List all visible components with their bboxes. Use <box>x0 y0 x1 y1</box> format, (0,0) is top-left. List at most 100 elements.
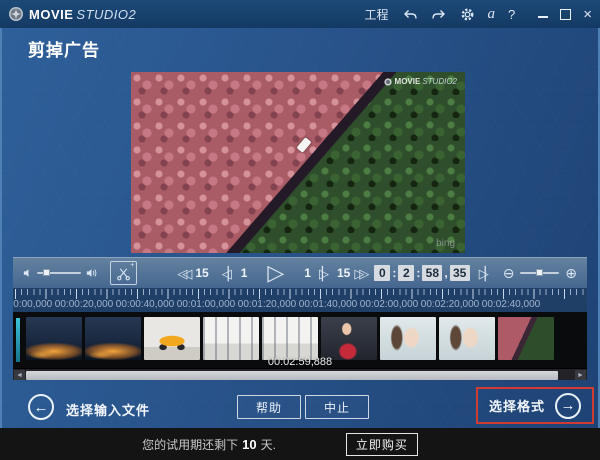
forward-1-button[interactable]: 1 ▕▷ <box>304 265 329 281</box>
scroll-left-icon[interactable]: ◄ <box>14 370 25 380</box>
current-time-label: 00:02:59,888 <box>267 356 333 368</box>
project-menu[interactable]: 工程 <box>364 6 388 23</box>
trial-days-count: 10 <box>242 436 257 452</box>
trial-status-bar: 您的试用期还剩下 10 天. 立即购买 <box>0 428 600 460</box>
brand-movie: MOVIE <box>29 6 74 22</box>
help-icon[interactable]: ? <box>508 7 515 22</box>
play-button[interactable]: ▷ <box>267 260 284 286</box>
ruler-ticks-major <box>15 289 585 299</box>
timeline-zoom-handle[interactable] <box>536 269 544 276</box>
scrollbar-thumb[interactable] <box>26 370 558 380</box>
back-15-icon: ◁◁ <box>177 265 192 281</box>
help-button[interactable]: 帮助 <box>237 395 301 419</box>
minimize-icon[interactable] <box>538 10 549 18</box>
back-1-button[interactable]: ◁▏ 1 <box>222 266 248 280</box>
trial-remaining-text: 您的试用期还剩下 10 天. <box>142 436 276 453</box>
volume-slider[interactable] <box>37 269 82 276</box>
bing-watermark: bing <box>436 238 455 249</box>
timecode-millis[interactable]: 35 <box>449 265 470 281</box>
ruler-label: 00:00:00,000 <box>13 299 53 310</box>
window-controls: × <box>538 7 592 22</box>
zoom-in-icon[interactable]: ⊕ <box>565 266 577 280</box>
scissors-plus: + <box>130 262 135 269</box>
choose-format-label[interactable]: 选择格式 <box>489 396 545 415</box>
volume-min-icon[interactable] <box>23 267 32 279</box>
timeline-scrollbar[interactable]: ◄ ► <box>13 368 587 380</box>
red-annotation-box: 选择格式 → <box>476 387 594 424</box>
thumbnail-row <box>26 317 554 360</box>
timecode-sep: : <box>392 266 397 280</box>
app-window: MOVIE STUDIO2 工程 a ? × 剪掉广告 MOVIE STUDIO… <box>0 0 600 460</box>
footer-actions: ← 选择输入文件 帮助 中止 选择格式 → <box>0 385 600 428</box>
timeline-thumbnail[interactable] <box>380 317 436 360</box>
titlebar-actions: 工程 a ? × <box>364 6 592 23</box>
timecode-display: 0 : 2 : 58 , 35 <box>374 265 470 281</box>
timeline-ruler[interactable]: 00:00:00,000 00:00:20,000 00:00:40,000 0… <box>13 288 587 312</box>
playback-controls-bar: + ◁◁ 15 ◁▏ 1 ▷ 1 ▕▷ 15 ▷▷ 0 : 2 : 58 , 3… <box>13 257 587 288</box>
cut-scissors-button[interactable]: + <box>110 261 138 285</box>
timeline-thumbnail[interactable] <box>262 317 318 360</box>
brand-studio: STUDIO2 <box>76 6 137 22</box>
arrow-left-icon: ← <box>33 398 49 416</box>
account-icon[interactable]: a <box>488 6 496 23</box>
titlebar: MOVIE STUDIO2 工程 a ? × <box>0 0 600 28</box>
close-icon[interactable]: × <box>583 7 592 22</box>
back-1-num: 1 <box>240 266 248 280</box>
next-button[interactable]: → <box>555 392 581 419</box>
back-15-button[interactable]: ◁◁ 15 <box>177 266 208 280</box>
timeline-thumbnail[interactable] <box>203 317 259 360</box>
back-1-icon: ◁▏ <box>221 265 238 281</box>
volume-max-icon[interactable] <box>86 267 98 279</box>
ruler-label: 00:00:40,000 <box>115 299 175 310</box>
timeline-thumbnail[interactable] <box>498 317 554 360</box>
scroll-right-icon[interactable]: ► <box>575 370 586 380</box>
app-logo: MOVIE STUDIO2 <box>8 6 136 22</box>
ruler-label: 00:01:40,000 <box>298 299 358 310</box>
logo-reel-icon <box>9 7 23 21</box>
timecode-minutes[interactable]: 2 <box>398 265 415 281</box>
timeline-thumbnail[interactable] <box>144 317 200 360</box>
redo-icon[interactable] <box>431 8 447 21</box>
back-15-num: 15 <box>195 266 209 280</box>
preview-watermark: MOVIE STUDIO2 <box>383 77 457 86</box>
forward-15-button[interactable]: 15 ▷▷ <box>336 265 369 281</box>
ruler-label: 00:02:40,000 <box>481 299 541 310</box>
zoom-out-icon[interactable]: ⊖ <box>503 266 515 280</box>
arrow-right-icon: → <box>560 397 576 414</box>
video-preview: MOVIE STUDIO2 bing <box>131 72 465 253</box>
undo-icon[interactable] <box>402 8 418 21</box>
forward-1-icon: ▕▷ <box>312 265 329 281</box>
buy-now-button[interactable]: 立即购买 <box>345 432 418 456</box>
forward-15-num: 15 <box>336 266 351 280</box>
back-button[interactable]: ← <box>28 394 54 420</box>
watermark-studio: STUDIO2 <box>422 77 457 86</box>
maximize-icon[interactable] <box>560 8 572 20</box>
timeline-thumbnail[interactable] <box>85 317 141 360</box>
volume-slider-handle[interactable] <box>43 269 51 276</box>
page-title: 剪掉广告 <box>28 41 100 60</box>
play-icon: ▷ <box>267 260 285 285</box>
choose-input-file-label[interactable]: 选择输入文件 <box>66 400 150 419</box>
jump-end-button[interactable]: ▷▏ <box>478 265 495 281</box>
abort-button[interactable]: 中止 <box>305 395 369 419</box>
timeline-thumbnail[interactable] <box>26 317 82 360</box>
watermark-reel-icon <box>383 77 392 86</box>
trial-prefix: 您的试用期还剩下 <box>142 437 239 452</box>
trial-suffix: 天. <box>260 437 276 452</box>
timeline-thumbnail[interactable] <box>439 317 495 360</box>
timecode-sep: : <box>416 266 421 280</box>
ruler-label: 00:02:00,000 <box>359 299 419 310</box>
timeline-zoom-slider[interactable] <box>520 269 560 276</box>
watermark-movie: MOVIE <box>394 77 421 86</box>
forward-15-icon: ▷▷ <box>354 265 369 281</box>
timeline-thumbnail[interactable] <box>321 317 377 360</box>
timecode-hours[interactable]: 0 <box>374 265 391 281</box>
clip-start-marker[interactable] <box>16 318 20 362</box>
jump-end-icon: ▷▏ <box>478 265 495 281</box>
forward-1-num: 1 <box>304 266 311 280</box>
ruler-label: 00:02:20,000 <box>420 299 480 310</box>
ruler-label: 00:01:00,000 <box>176 299 236 310</box>
timecode-sep: , <box>444 266 448 280</box>
timecode-seconds[interactable]: 58 <box>422 265 443 281</box>
settings-gear-icon[interactable] <box>460 7 475 22</box>
